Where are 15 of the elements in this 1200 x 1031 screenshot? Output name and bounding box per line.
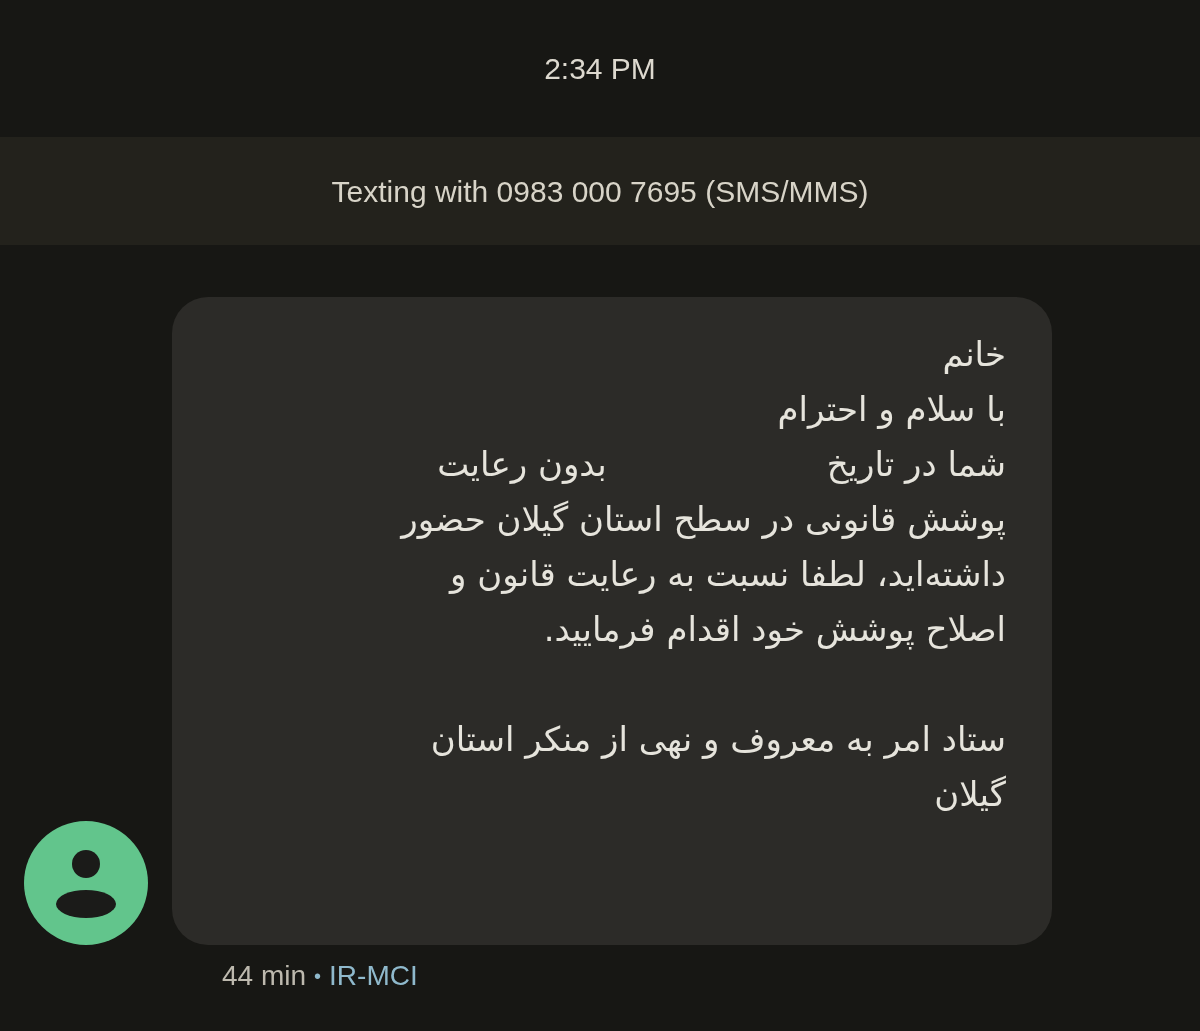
banner-text: Texting with 0983 000 7695 (SMS/MMS): [331, 173, 869, 210]
message-text: بدون رعایت: [437, 443, 607, 486]
person-icon: [54, 848, 118, 918]
message-text: پوشش قانونی در سطح استان گیلان حضور: [401, 498, 1006, 542]
message-text: گیلان: [934, 773, 1006, 816]
carrier-name: IR-MCI: [329, 959, 418, 993]
message-text: با سلام و احترام: [777, 388, 1006, 431]
message-text: خانم: [942, 333, 1006, 376]
message-text: ستاد امر به معروف و نهی از منکر استان: [430, 718, 1006, 761]
message-age: 44 min: [222, 959, 307, 993]
timestamp: 2:34 PM: [544, 51, 656, 87]
message-text: شما در تاریخ: [826, 443, 1006, 486]
message-text: اصلاح پوشش خود اقدام فرمایید.: [543, 608, 1006, 652]
separator-dot: •: [314, 964, 322, 989]
message-text: داشته‌اید، لطفا نسبت به رعایت قانون و: [449, 553, 1006, 596]
